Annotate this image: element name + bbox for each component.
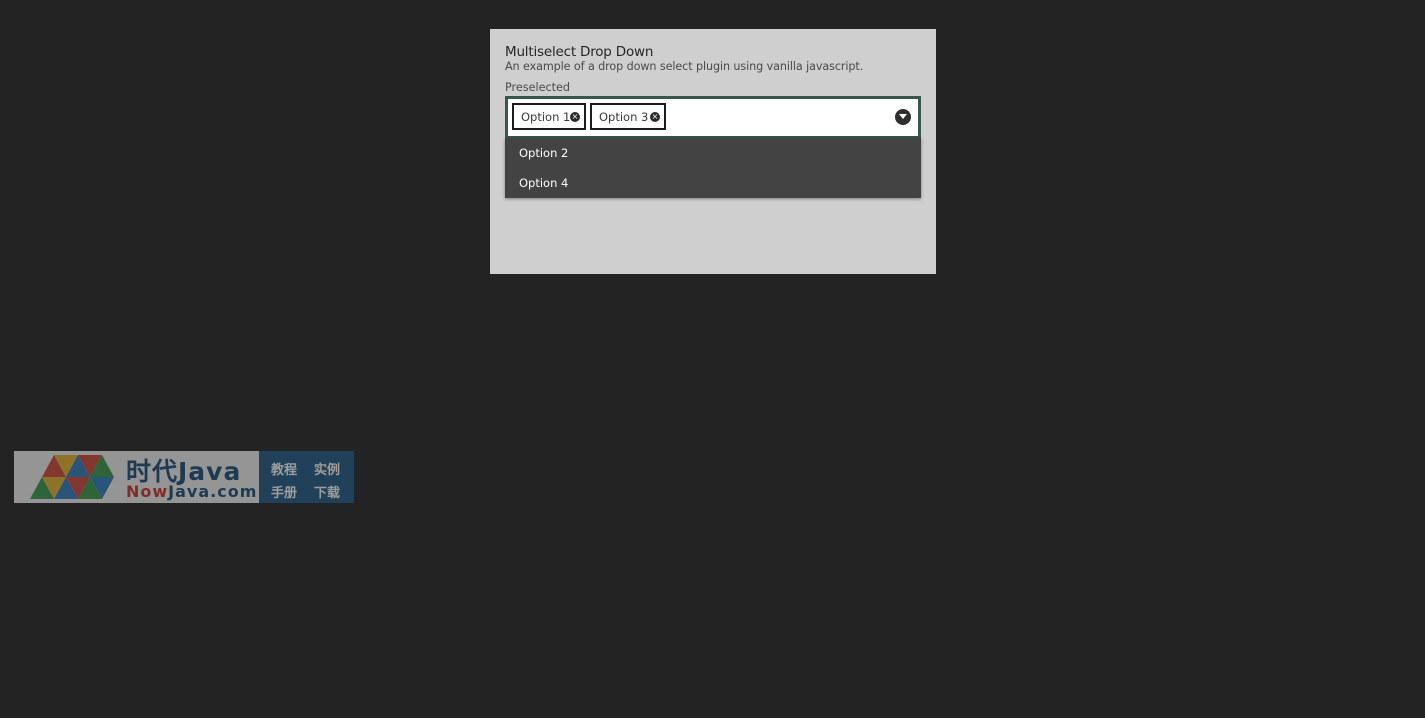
- panel-title: Multiselect Drop Down: [505, 44, 654, 60]
- chip-label: Option 3: [599, 110, 649, 124]
- field-label: Preselected: [505, 81, 571, 94]
- triangle-logo-icon: [30, 455, 114, 499]
- close-circle-icon[interactable]: ×: [650, 112, 660, 122]
- watermark-links: 教程 实例 手册 下载: [259, 451, 354, 503]
- option-label: Option 2: [519, 146, 569, 160]
- multiselect-input[interactable]: Option 1 × Option 3 ×: [505, 96, 921, 139]
- selected-chip-option-3: Option 3 ×: [590, 103, 666, 130]
- watermark-link-manual[interactable]: 手册: [271, 482, 297, 501]
- site-watermark[interactable]: 时代Java NowJava.com 教程 实例 手册 下载: [14, 451, 354, 503]
- dropdown-menu: Option 2 Option 4: [505, 138, 921, 198]
- dropdown-option-2[interactable]: Option 2: [505, 138, 921, 168]
- watermark-brand-bottom: NowJava.com: [126, 482, 258, 501]
- option-label: Option 4: [519, 176, 569, 190]
- watermark-link-download[interactable]: 下载: [314, 482, 340, 501]
- selected-chip-option-1: Option 1 ×: [512, 103, 586, 130]
- close-circle-icon[interactable]: ×: [570, 112, 580, 122]
- chip-label: Option 1: [521, 110, 571, 124]
- watermark-link-examples[interactable]: 实例: [314, 459, 340, 478]
- dropdown-option-4[interactable]: Option 4: [505, 168, 921, 198]
- watermark-link-tutorial[interactable]: 教程: [271, 459, 297, 478]
- watermark-brand-area: 时代Java NowJava.com: [14, 451, 259, 503]
- multiselect-demo-panel: Multiselect Drop Down An example of a dr…: [490, 29, 936, 274]
- panel-description: An example of a drop down select plugin …: [505, 60, 864, 73]
- chevron-down-circle-icon[interactable]: [895, 109, 911, 125]
